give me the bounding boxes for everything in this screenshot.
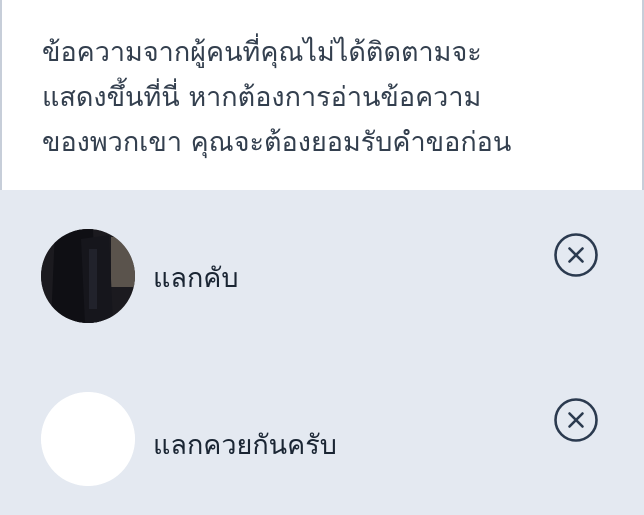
avatar[interactable] — [41, 229, 135, 323]
dismiss-request-button[interactable] — [553, 397, 599, 443]
dismiss-request-button[interactable] — [553, 232, 599, 278]
close-circle-icon — [554, 398, 598, 442]
message-request-item[interactable]: แลกควยกันครับ — [0, 368, 644, 508]
notice-text: ข้อความจากผู้คนที่คุณไม่ได้ติดตามจะ แสดง… — [42, 37, 512, 158]
blank-avatar — [41, 392, 135, 486]
request-sender-name[interactable]: แลกคับ — [153, 261, 239, 297]
request-sender-name[interactable]: แลกควยกันครับ — [153, 428, 337, 464]
message-request-item[interactable]: แลกคับ — [0, 205, 644, 345]
avatar[interactable] — [41, 392, 135, 486]
message-requests-screen: ข้อความจากผู้คนที่คุณไม่ได้ติดตามจะ แสดง… — [0, 0, 644, 515]
profile-photo — [41, 229, 135, 323]
message-requests-notice: ข้อความจากผู้คนที่คุณไม่ได้ติดตามจะ แสดง… — [0, 0, 644, 190]
message-request-list: แลกคับ แลกควยกันครับ — [0, 190, 644, 515]
close-circle-icon — [554, 233, 598, 277]
